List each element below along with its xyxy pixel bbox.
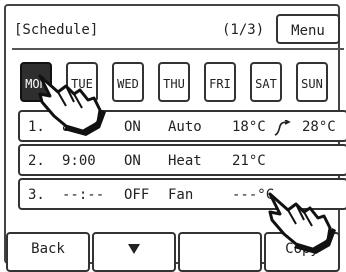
row-temp: 18°C bbox=[232, 119, 266, 135]
day-tab-sun[interactable]: SUN bbox=[296, 62, 328, 102]
row-time: 9:00 bbox=[62, 153, 96, 169]
row-mode: Heat bbox=[168, 153, 202, 169]
page-indicator: (1/3) bbox=[222, 22, 265, 38]
header-divider bbox=[12, 48, 344, 50]
page-title: [Schedule] bbox=[14, 22, 99, 38]
row-index: 3. bbox=[28, 187, 45, 203]
day-tab-fri[interactable]: FRI bbox=[204, 62, 236, 102]
back-button[interactable]: Back bbox=[6, 232, 90, 272]
pointing-hand-icon bbox=[268, 192, 336, 254]
row-mode: Auto bbox=[168, 119, 202, 135]
menu-button[interactable]: Menu bbox=[276, 14, 340, 44]
schedule-row-2[interactable]: 2. 9:00 ON Heat 21°C bbox=[18, 144, 346, 176]
empty-button[interactable] bbox=[178, 232, 262, 272]
row-index: 2. bbox=[28, 153, 45, 169]
triangle-down-icon bbox=[128, 244, 140, 254]
row-power: ON bbox=[124, 119, 141, 135]
row-temp: 21°C bbox=[232, 153, 266, 169]
day-tab-sat[interactable]: SAT bbox=[250, 62, 282, 102]
pointing-hand-icon bbox=[38, 74, 106, 136]
row-power: ON bbox=[124, 153, 141, 169]
temperature-range-arrow-icon bbox=[274, 120, 291, 136]
row-temp-high: 28°C bbox=[302, 119, 336, 135]
row-power: OFF bbox=[124, 187, 150, 203]
row-mode: Fan bbox=[168, 187, 194, 203]
day-tab-thu[interactable]: THU bbox=[158, 62, 190, 102]
day-tab-wed[interactable]: WED bbox=[112, 62, 144, 102]
scroll-down-button[interactable] bbox=[92, 232, 176, 272]
row-time: --:-- bbox=[62, 187, 105, 203]
